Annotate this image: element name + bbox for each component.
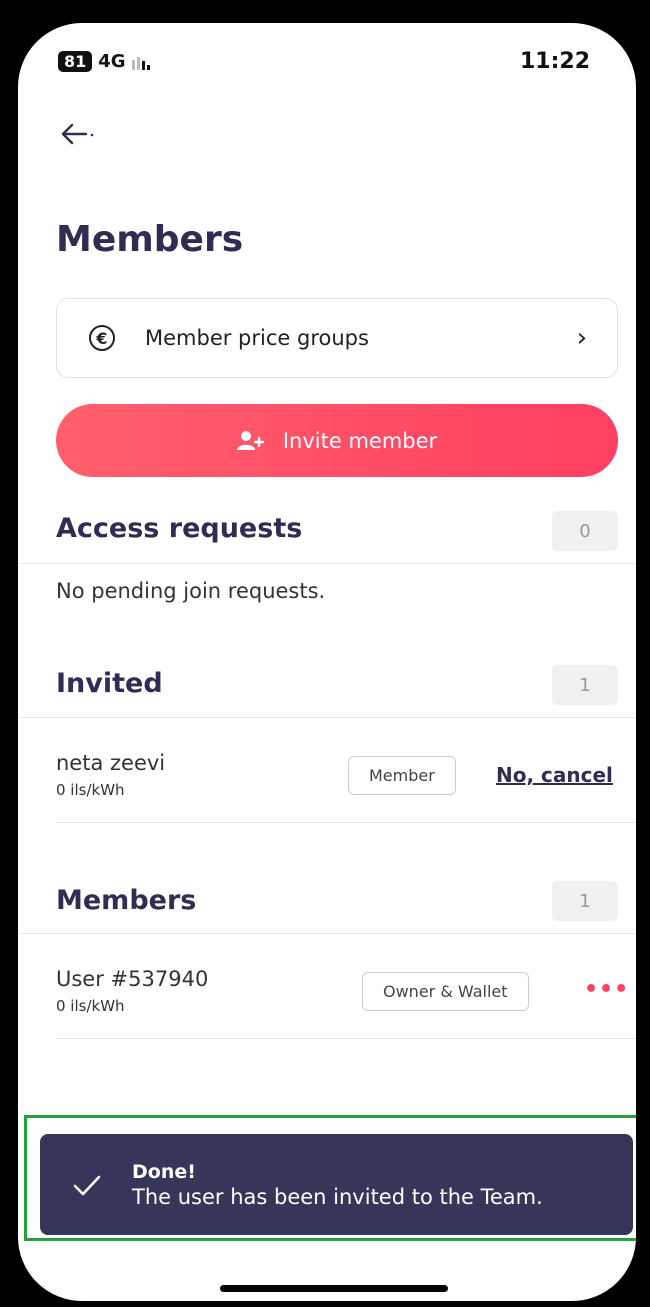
divider [56,822,636,823]
more-options-icon[interactable]: ••• [584,977,629,1002]
member-name: User #537940 [56,967,209,991]
cancel-invite-link[interactable]: No, cancel [496,763,613,787]
divider [18,933,636,934]
network-label: 4G [98,51,126,72]
euro-icon: € [89,325,115,351]
page-title: Members [56,219,244,260]
signal-icon [131,54,150,70]
phone-frame: 81 4G 11:22 Members € Member price group… [12,17,642,1307]
divider [56,1038,636,1039]
add-user-icon [236,430,265,450]
member-price-groups-button[interactable]: € Member price groups › [56,298,618,378]
invited-rate: 0 ils/kWh [56,781,125,799]
invited-count: 1 [552,665,618,705]
battery-indicator: 81 [58,51,93,72]
toast-title: Done! [132,1160,196,1183]
home-indicator[interactable] [220,1285,448,1292]
status-bar: 81 4G [58,51,150,72]
members-count: 1 [552,881,618,921]
role-badge-member[interactable]: Member [348,756,456,795]
list-item: User #537940 0 ils/kWh Owner & Wallet ••… [56,967,628,1027]
invited-title: Invited [56,668,163,699]
status-time: 11:22 [519,49,590,74]
invited-name: neta zeevi [56,751,166,775]
divider [18,563,636,564]
empty-requests-text: No pending join requests. [56,579,326,603]
role-badge-owner[interactable]: Owner & Wallet [362,972,529,1011]
divider [18,717,636,718]
toast-notification: Done! The user has been invited to the T… [40,1134,633,1235]
members-title: Members [56,885,197,916]
toast-message: The user has been invited to the Team. [132,1184,543,1209]
access-requests-title: Access requests [56,513,303,544]
member-rate: 0 ils/kWh [56,997,125,1015]
arrow-left-icon [61,123,94,145]
chevron-right-icon: › [576,323,587,353]
list-item: neta zeevi 0 ils/kWh Member No, cancel [56,751,621,811]
access-requests-count: 0 [552,511,618,551]
price-groups-label: Member price groups [145,326,369,350]
checkmark-icon [73,1175,101,1195]
invite-member-label: Invite member [282,428,438,453]
back-button[interactable] [58,119,98,149]
invite-member-button[interactable]: Invite member [56,404,618,477]
